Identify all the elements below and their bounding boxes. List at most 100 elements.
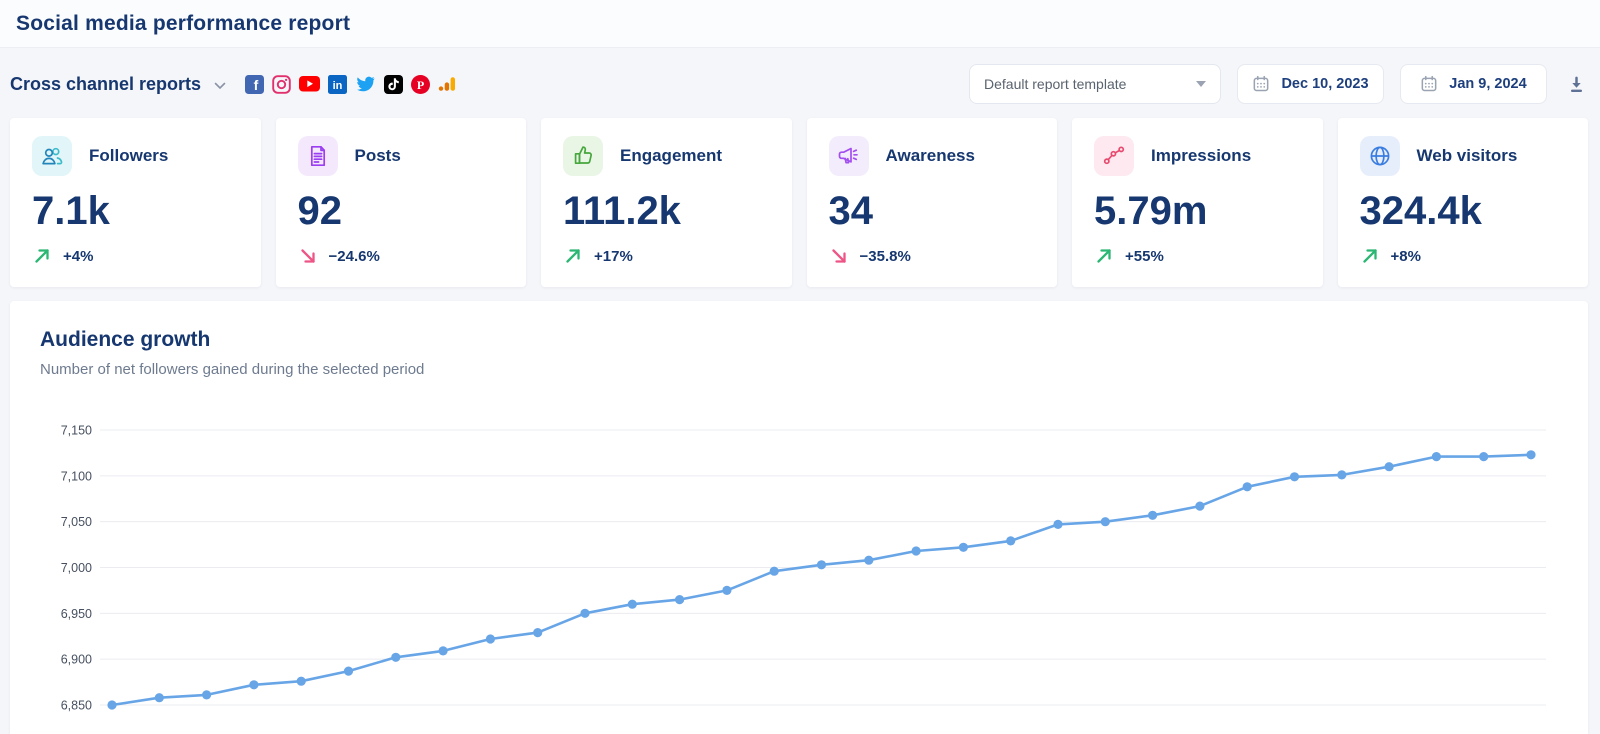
date-start-picker[interactable]: Dec 10, 2023 <box>1237 64 1384 104</box>
data-point[interactable] <box>1526 450 1535 459</box>
kpi-value: 92 <box>298 190 505 232</box>
svg-text:f: f <box>254 77 259 93</box>
kpi-value: 111.2k <box>563 190 770 232</box>
trend-up-arrow-icon <box>1360 246 1380 266</box>
data-point[interactable] <box>675 595 684 604</box>
impressions-icon <box>1094 136 1134 176</box>
calendar-icon <box>1252 75 1270 93</box>
date-end-value: Jan 9, 2024 <box>1449 76 1526 92</box>
data-point[interactable] <box>249 680 258 689</box>
kpi-value: 5.79m <box>1094 190 1301 232</box>
facebook-icon[interactable]: f <box>245 75 264 94</box>
report-picker-label: Cross channel reports <box>10 74 201 95</box>
chevron-down-icon[interactable] <box>214 82 226 90</box>
data-point[interactable] <box>722 586 731 595</box>
data-point[interactable] <box>1195 502 1204 511</box>
data-point[interactable] <box>1243 482 1252 491</box>
data-point[interactable] <box>439 646 448 655</box>
kpi-delta-value: +4% <box>63 248 93 265</box>
date-end-picker[interactable]: Jan 9, 2024 <box>1400 64 1547 104</box>
trend-up-arrow-icon <box>32 246 52 266</box>
kpi-card-awareness: Awareness 34 −35.8% <box>807 118 1058 287</box>
globe-icon <box>1360 136 1400 176</box>
trend-up-arrow-icon <box>563 246 583 266</box>
trend-down-arrow-icon <box>829 246 849 266</box>
data-point[interactable] <box>1148 511 1157 520</box>
kpi-label: Followers <box>89 146 168 166</box>
tiktok-icon[interactable] <box>384 75 403 94</box>
instagram-icon[interactable] <box>272 75 291 94</box>
data-point[interactable] <box>628 600 637 609</box>
kpi-card-web-visitors: Web visitors 324.4k +8% <box>1338 118 1589 287</box>
download-button[interactable] <box>1565 73 1588 96</box>
trend-up-arrow-icon <box>1094 246 1114 266</box>
data-point[interactable] <box>770 567 779 576</box>
followers-icon <box>32 136 72 176</box>
data-point[interactable] <box>391 653 400 662</box>
top-title-bar: Social media performance report <box>0 0 1600 48</box>
kpi-label: Awareness <box>886 146 975 166</box>
google-analytics-icon[interactable] <box>438 75 456 93</box>
data-point[interactable] <box>1337 470 1346 479</box>
data-point[interactable] <box>580 609 589 618</box>
svg-text:P: P <box>417 78 424 92</box>
kpi-value: 34 <box>829 190 1036 232</box>
kpi-card-engagement: Engagement 111.2k +17% <box>541 118 792 287</box>
data-point[interactable] <box>1385 462 1394 471</box>
data-point[interactable] <box>533 628 542 637</box>
data-point[interactable] <box>107 700 116 709</box>
audience-growth-line <box>112 455 1531 705</box>
svg-text:in: in <box>333 80 343 92</box>
channel-icons: f in P <box>245 75 456 94</box>
posts-icon <box>298 136 338 176</box>
kpi-delta-value: +17% <box>594 248 633 265</box>
audience-growth-chart[interactable]: 7,150 7,100 7,050 7,000 6,950 6,900 6,850 <box>40 411 1547 723</box>
data-point[interactable] <box>1479 452 1488 461</box>
y-axis-tick-label: 6,900 <box>61 653 92 667</box>
date-start-value: Dec 10, 2023 <box>1281 76 1368 92</box>
data-point[interactable] <box>202 690 211 699</box>
data-point[interactable] <box>344 667 353 676</box>
kpi-row: Followers 7.1k +4% Posts 92 −24.6% <box>0 118 1600 287</box>
kpi-delta-value: +8% <box>1391 248 1421 265</box>
data-point[interactable] <box>1432 452 1441 461</box>
data-point[interactable] <box>1006 536 1015 545</box>
kpi-value: 324.4k <box>1360 190 1567 232</box>
linkedin-icon[interactable]: in <box>328 75 347 94</box>
data-point[interactable] <box>155 693 164 702</box>
data-point[interactable] <box>912 546 921 555</box>
twitter-icon[interactable] <box>355 75 376 93</box>
data-point[interactable] <box>817 560 826 569</box>
report-template-selected: Default report template <box>984 76 1126 92</box>
dropdown-caret-icon <box>1196 81 1206 87</box>
y-axis-tick-label: 7,150 <box>61 424 92 438</box>
y-axis-tick-label: 6,950 <box>61 607 92 621</box>
y-axis-tick-label: 6,850 <box>61 699 92 713</box>
data-point[interactable] <box>297 677 306 686</box>
data-point[interactable] <box>864 556 873 565</box>
pinterest-icon[interactable]: P <box>411 75 430 94</box>
kpi-card-followers: Followers 7.1k +4% <box>10 118 261 287</box>
data-point[interactable] <box>1290 472 1299 481</box>
audience-growth-card: Audience growth Number of net followers … <box>10 301 1588 734</box>
report-picker[interactable]: Cross channel reports f in <box>10 74 456 95</box>
toolbar-controls: Default report template Dec 10, 2023 Jan… <box>969 64 1588 104</box>
page-title: Social media performance report <box>16 12 350 36</box>
report-template-dropdown[interactable]: Default report template <box>969 64 1221 104</box>
y-axis-tick-label: 7,100 <box>61 469 92 483</box>
data-point[interactable] <box>1101 517 1110 526</box>
data-point[interactable] <box>486 634 495 643</box>
youtube-icon[interactable] <box>299 76 320 92</box>
data-point[interactable] <box>959 543 968 552</box>
data-point[interactable] <box>1053 520 1062 529</box>
y-axis-tick-label: 7,050 <box>61 515 92 529</box>
toolbar: Cross channel reports f in <box>0 48 1600 118</box>
awareness-icon <box>829 136 869 176</box>
chart-subtitle: Number of net followers gained during th… <box>40 359 1558 381</box>
calendar-icon <box>1420 75 1438 93</box>
kpi-label: Impressions <box>1151 146 1251 166</box>
y-axis-tick-label: 7,000 <box>61 561 92 575</box>
kpi-delta-value: −24.6% <box>329 248 380 265</box>
kpi-label: Posts <box>355 146 401 166</box>
kpi-card-posts: Posts 92 −24.6% <box>276 118 527 287</box>
